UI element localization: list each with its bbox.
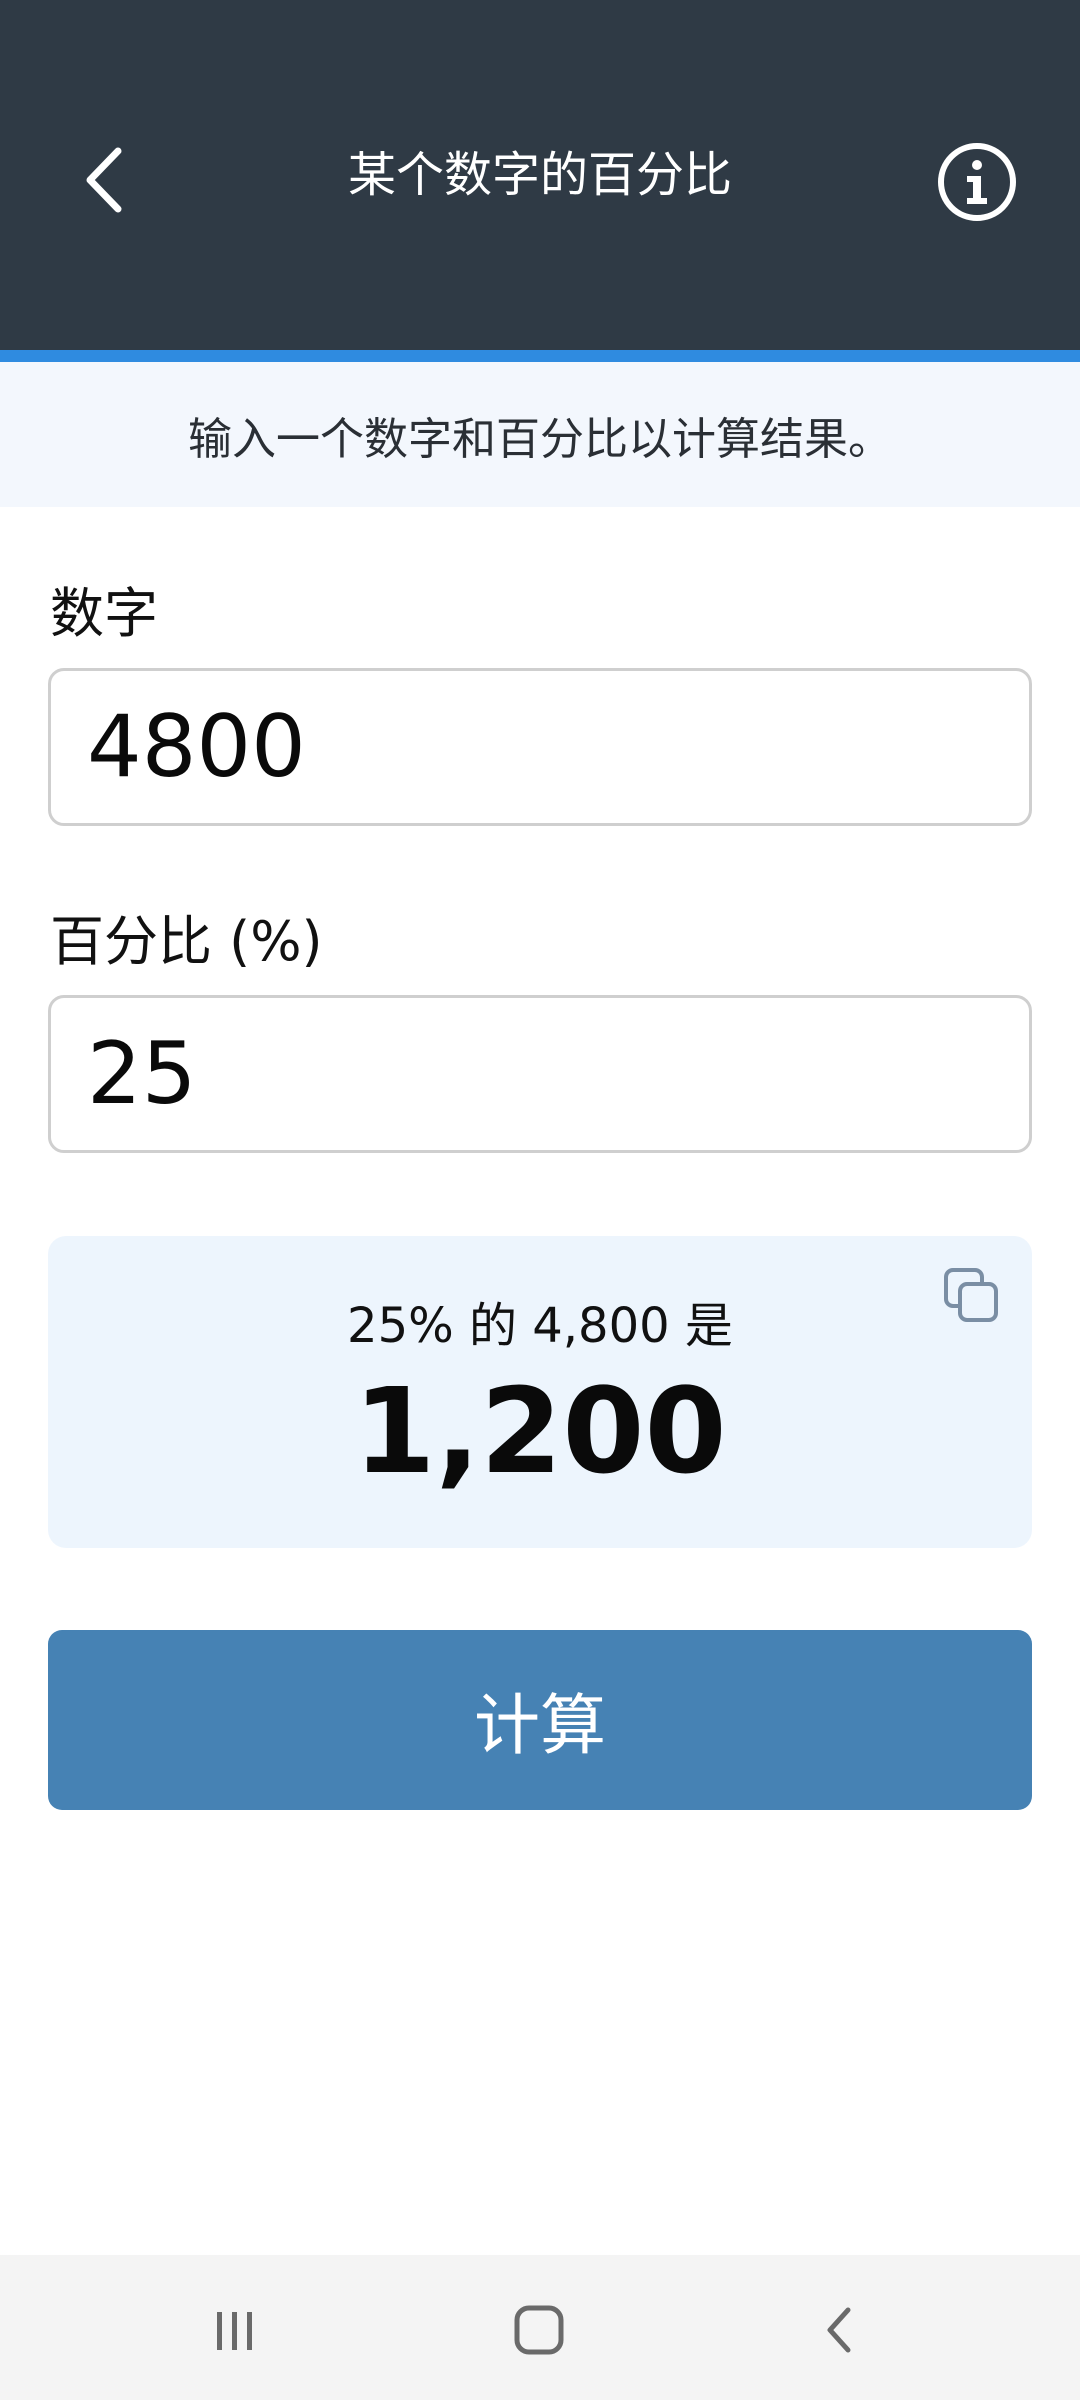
instruction-text: 输入一个数字和百分比以计算结果。 <box>0 362 1080 507</box>
chevron-left-icon <box>86 147 122 213</box>
result-value: 1,200 <box>353 1362 727 1500</box>
system-back-button[interactable] <box>795 2285 885 2375</box>
app-screen: 某个数字的百分比 输入一个数字和百分比以计算结果。 数字 百分比 (%) <box>0 0 1080 2400</box>
home-button[interactable] <box>494 2285 584 2375</box>
app-header: 某个数字的百分比 <box>0 0 1080 350</box>
page-title: 某个数字的百分比 <box>347 147 732 203</box>
percent-input[interactable] <box>87 998 987 1150</box>
percent-label: 百分比 (%) <box>50 910 323 973</box>
system-nav-bar <box>0 2255 1080 2400</box>
header-accent-bar <box>0 350 1080 362</box>
percent-field-container <box>48 995 1032 1153</box>
number-label: 数字 <box>50 582 158 645</box>
result-sentence: 25% 的 4,800 是 <box>347 1298 733 1354</box>
recents-icon <box>217 2312 252 2350</box>
home-icon <box>514 2305 564 2355</box>
calculate-button[interactable]: 计算 <box>48 1630 1032 1810</box>
back-button[interactable] <box>60 135 150 225</box>
info-button[interactable] <box>935 140 1019 224</box>
recents-button[interactable] <box>190 2285 280 2375</box>
back-icon <box>827 2307 851 2353</box>
result-card: 25% 的 4,800 是 1,200 <box>48 1236 1032 1548</box>
info-circle-icon <box>938 143 1016 221</box>
number-field-container <box>48 668 1032 826</box>
number-input[interactable] <box>87 671 987 823</box>
